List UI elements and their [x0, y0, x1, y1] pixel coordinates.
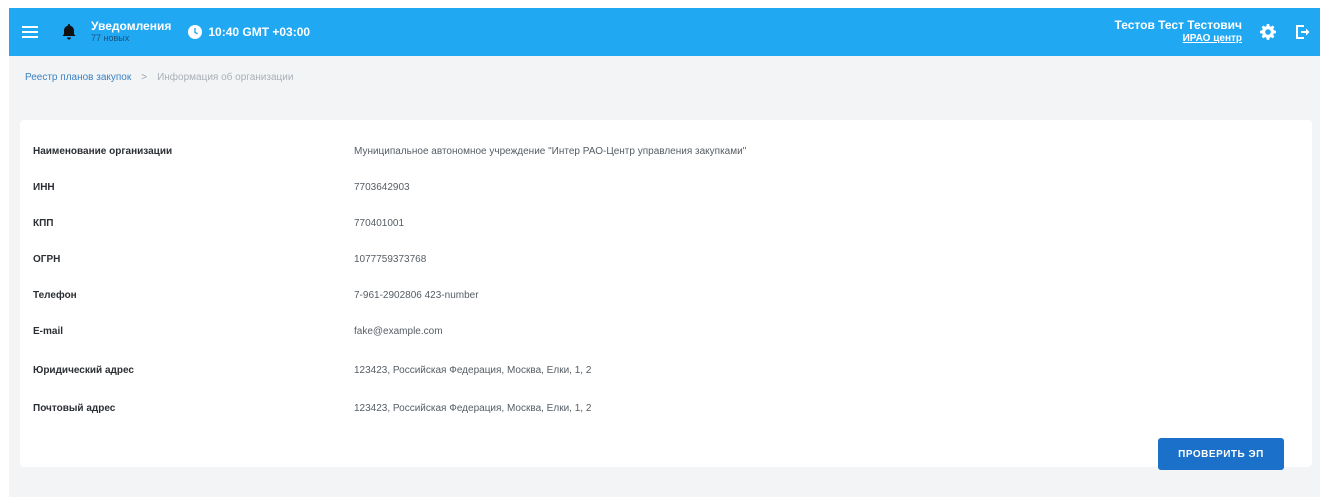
field-label: Почтовый адрес — [33, 403, 116, 414]
notifications[interactable]: Уведомления 77 новых — [91, 20, 171, 43]
left-frame — [0, 8, 9, 497]
organization-info-card: Наименование организации Муниципальное а… — [20, 120, 1312, 470]
field-row-name: Наименование организации Муниципальное а… — [33, 146, 746, 157]
user-name: Тестов Тест Тестович — [1114, 18, 1242, 33]
bell-icon[interactable] — [59, 22, 79, 42]
field-row-kpp: КПП 770401001 — [33, 218, 404, 229]
field-label: Наименование организации — [33, 146, 173, 157]
user-org-link[interactable]: ИРАО центр — [1183, 33, 1242, 45]
field-value: 770401001 — [354, 218, 405, 229]
field-label: ОГРН — [33, 254, 61, 265]
field-row-inn: ИНН 7703642903 — [33, 182, 410, 193]
field-row-ogrn: ОГРН 1077759373768 — [33, 254, 426, 265]
breadcrumb-link-plans-registry[interactable]: Реестр планов закупок — [25, 72, 131, 83]
menu-icon[interactable] — [19, 21, 41, 43]
logout-icon[interactable] — [1292, 22, 1312, 42]
app-header: Уведомления 77 новых 10:40 GMT +03:00 Те… — [9, 8, 1320, 56]
field-label: КПП — [33, 218, 54, 229]
field-row-phone: Телефон 7-961-2902806 423-number — [33, 290, 479, 301]
field-row-legal-address: Юридический адрес 123423, Российская Фед… — [33, 365, 591, 376]
field-value: 7703642903 — [354, 182, 410, 193]
user-info: Тестов Тест Тестович ИРАО центр — [1114, 18, 1242, 45]
gear-icon[interactable] — [1258, 22, 1278, 42]
field-row-email: E-mail fake@example.com — [33, 326, 443, 337]
notifications-count: 77 новых — [91, 32, 130, 43]
top-frame — [0, 0, 1320, 8]
breadcrumb-current: Информация об организации — [157, 72, 294, 83]
field-value: 123423, Российская Федерация, Москва, Ел… — [354, 403, 592, 414]
check-signature-button[interactable]: ПРОВЕРИТЬ ЭП — [1158, 438, 1284, 470]
field-label: ИНН — [33, 182, 55, 193]
field-value: 123423, Российская Федерация, Москва, Ел… — [354, 365, 592, 376]
field-label: E-mail — [33, 326, 64, 337]
field-label: Юридический адрес — [33, 365, 134, 376]
current-time: 10:40 GMT +03:00 — [208, 25, 311, 39]
field-value: 7-961-2902806 423-number — [354, 290, 479, 301]
field-value: 1077759373768 — [354, 254, 427, 265]
field-value: Муниципальное автономное учреждение "Инт… — [354, 146, 747, 157]
clock-icon — [187, 24, 203, 40]
page-footer-area — [9, 470, 1320, 497]
field-label: Телефон — [33, 290, 77, 301]
breadcrumb: Реестр планов закупок > Информация об ор… — [25, 72, 293, 83]
field-row-postal-address: Почтовый адрес 123423, Российская Федера… — [33, 403, 591, 414]
field-value: fake@example.com — [354, 326, 443, 337]
breadcrumb-separator: > — [141, 72, 148, 83]
notifications-title: Уведомления — [91, 19, 172, 34]
